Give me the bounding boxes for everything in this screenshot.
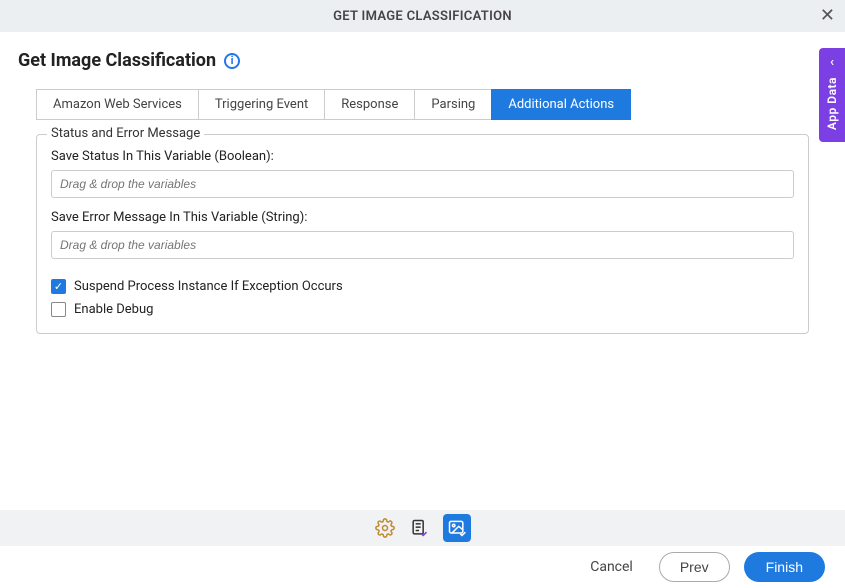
tab-triggering-event[interactable]: Triggering Event	[198, 89, 325, 120]
bottom-toolbar	[0, 510, 845, 546]
suspend-checkbox-label: Suspend Process Instance If Exception Oc…	[74, 279, 343, 294]
image-check-icon[interactable]	[443, 514, 471, 542]
settings-icon[interactable]	[375, 518, 395, 538]
error-variable-input[interactable]	[51, 231, 794, 259]
tab-additional-actions[interactable]: Additional Actions	[491, 89, 631, 120]
page-header: Get Image Classification i	[18, 50, 827, 71]
chevron-left-icon: ‹	[830, 56, 834, 69]
suspend-checkbox[interactable]: ✓	[51, 279, 66, 294]
titlebar: GET IMAGE CLASSIFICATION ✕	[0, 0, 845, 32]
status-variable-label: Save Status In This Variable (Boolean):	[51, 149, 794, 164]
button-bar: Cancel Prev Finish	[0, 546, 845, 588]
tabs: Amazon Web Services Triggering Event Res…	[36, 89, 827, 120]
debug-checkbox[interactable]	[51, 302, 66, 317]
document-check-icon[interactable]	[409, 518, 429, 538]
page-title: Get Image Classification	[18, 50, 216, 71]
tab-amazon-web-services[interactable]: Amazon Web Services	[36, 89, 199, 120]
error-variable-label: Save Error Message In This Variable (Str…	[51, 210, 794, 225]
content-area: Get Image Classification i Amazon Web Se…	[0, 32, 845, 334]
close-icon[interactable]: ✕	[820, 7, 835, 25]
fieldset-legend: Status and Error Message	[47, 126, 204, 141]
debug-checkbox-label: Enable Debug	[74, 302, 153, 317]
status-variable-input[interactable]	[51, 170, 794, 198]
cancel-button[interactable]: Cancel	[578, 553, 645, 581]
suspend-checkbox-row: ✓ Suspend Process Instance If Exception …	[51, 279, 794, 294]
tab-parsing[interactable]: Parsing	[414, 89, 492, 120]
fieldset-status-error: Status and Error Message Save Status In …	[36, 134, 809, 334]
finish-button[interactable]: Finish	[744, 552, 825, 582]
titlebar-title: GET IMAGE CLASSIFICATION	[333, 9, 512, 24]
info-icon[interactable]: i	[224, 53, 240, 69]
tab-response[interactable]: Response	[324, 89, 415, 120]
app-data-label: App Data	[825, 77, 839, 130]
app-data-side-tab[interactable]: ‹ App Data	[819, 48, 845, 142]
prev-button[interactable]: Prev	[659, 552, 730, 582]
debug-checkbox-row: Enable Debug	[51, 302, 794, 317]
